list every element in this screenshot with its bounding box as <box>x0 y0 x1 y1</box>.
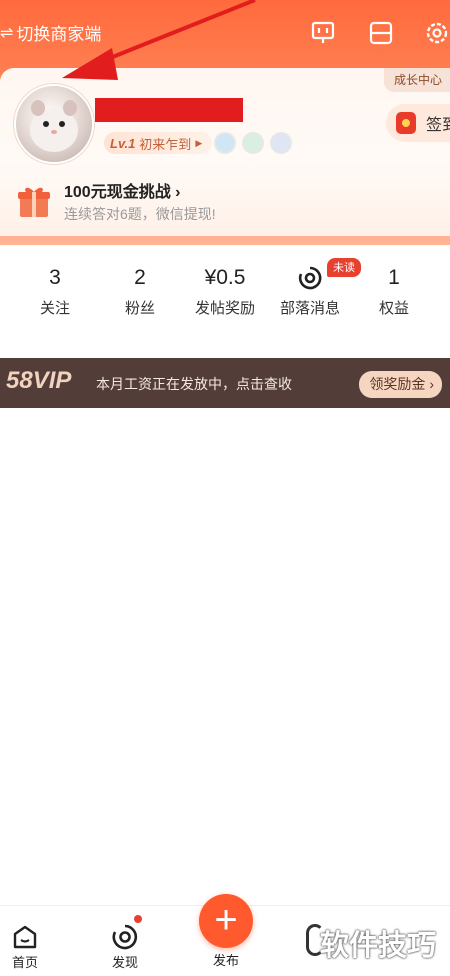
level-number: Lv.1 <box>110 135 136 151</box>
stat-post-reward[interactable]: ¥0.5 发帖奖励 <box>180 262 270 318</box>
stat-value: 1 <box>388 266 400 289</box>
stats-row: 3 关注 2 粉丝 ¥0.5 发帖奖励 部落消息 1 权益 <box>0 262 450 332</box>
nav-discover[interactable]: 发现 <box>95 922 155 971</box>
stat-benefits[interactable]: 1 权益 <box>349 262 439 318</box>
stat-following[interactable]: 3 关注 <box>10 262 100 318</box>
claim-reward-label: 领奖励金 <box>369 376 426 392</box>
level-badge[interactable]: Lv.1 初来乍到 ▶ <box>104 132 213 154</box>
home-icon <box>13 925 37 949</box>
vip-logo: 58VIP <box>6 367 72 394</box>
switch-merchant-button[interactable]: ⇌ 切换商家端 <box>0 20 101 45</box>
nav-home[interactable]: 首页 <box>0 922 55 971</box>
redacted-username <box>95 98 243 122</box>
chevron-right-icon: › <box>429 376 434 392</box>
nav-post-label: 发布 <box>212 953 239 968</box>
watermark: 软件技巧 <box>320 930 437 962</box>
nav-home-label: 首页 <box>11 955 38 970</box>
notification-dot <box>134 915 142 923</box>
claim-reward-button[interactable]: 领奖励金 › <box>359 371 442 398</box>
medal-icon[interactable] <box>270 132 292 154</box>
cash-challenge-link[interactable]: 100元现金挑战 › <box>64 178 180 202</box>
chevron-right-icon: › <box>175 184 181 201</box>
nav-discover-label: 发现 <box>111 955 138 970</box>
switch-icon: ⇌ <box>0 24 14 42</box>
stat-label: 关注 <box>39 300 70 317</box>
nav-post[interactable]: 发布 <box>196 950 256 969</box>
stat-label: 粉丝 <box>124 300 155 317</box>
cash-challenge-subtitle: 连续答对6题，微信提现! <box>64 206 216 222</box>
chevron-right-icon: ▶ <box>195 137 203 148</box>
switch-merchant-label: 切换商家端 <box>16 25 102 44</box>
post-button[interactable]: + <box>199 894 253 948</box>
profile-card: 成长中心 Lv.1 初来乍到 ▶ 签到 <box>0 68 450 236</box>
growth-center-button[interactable]: 成长中心 <box>383 68 450 92</box>
stat-label: 部落消息 <box>279 300 340 317</box>
stat-value: 3 <box>49 266 61 289</box>
customer-service-icon[interactable] <box>310 20 336 46</box>
stat-label: 发帖奖励 <box>194 300 255 317</box>
vip-banner[interactable]: 58VIP 本月工资正在发放中，点击查收 领奖励金 › <box>0 358 450 408</box>
medal-icon[interactable] <box>242 132 264 154</box>
avatar[interactable] <box>14 84 94 164</box>
vip-text: 本月工资正在发放中，点击查收 <box>96 376 292 392</box>
gift-icon <box>18 187 50 217</box>
red-packet-icon <box>396 112 416 134</box>
sign-in-label: 签到 <box>426 117 450 134</box>
scan-icon[interactable] <box>368 20 394 46</box>
unread-badge: 未读 <box>327 258 361 277</box>
cash-challenge-title: 100元现金挑战 <box>64 184 171 201</box>
stat-fans[interactable]: 2 粉丝 <box>95 262 185 318</box>
discover-icon <box>112 924 138 950</box>
top-bar: ⇌ 切换商家端 <box>0 0 450 68</box>
medal-icon[interactable] <box>214 132 236 154</box>
stat-label: 权益 <box>378 300 409 317</box>
profile-header: ⇌ 切换商家端 成长中心 Lv.1 初来乍到 ▶ 签 100元现金挑战 › 连续… <box>0 0 450 245</box>
level-title: 初来乍到 <box>139 136 192 152</box>
hamster-avatar-image <box>30 100 78 152</box>
stat-value: 2 <box>134 266 146 289</box>
settings-icon[interactable] <box>424 20 450 46</box>
sign-in-button[interactable]: 签到 <box>386 104 450 142</box>
stat-value: ¥0.5 <box>204 266 246 289</box>
